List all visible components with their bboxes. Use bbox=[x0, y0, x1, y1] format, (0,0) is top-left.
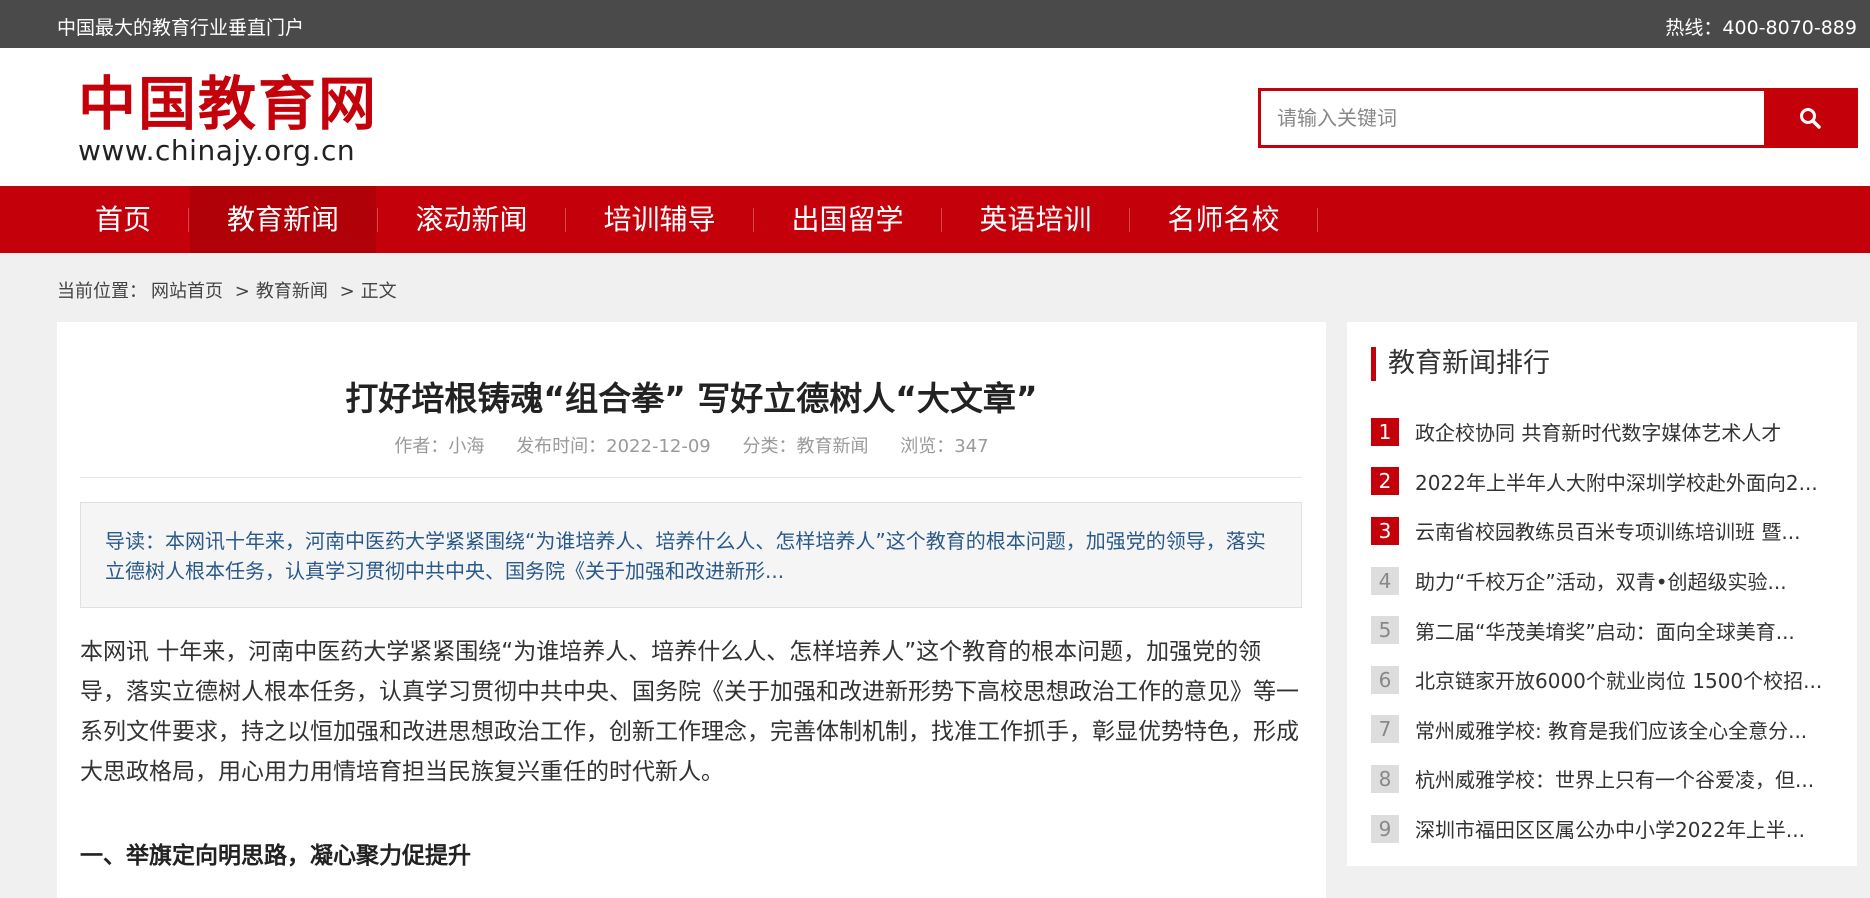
breadcrumb-sep: > bbox=[339, 281, 355, 302]
meta-views: 浏览：347 bbox=[900, 436, 989, 457]
rank-number: 3 bbox=[1371, 516, 1399, 545]
rank-number: 8 bbox=[1371, 764, 1399, 793]
article-title: 打好培根铸魂“组合拳” 写好立德树人“大文章” bbox=[345, 379, 1038, 418]
article-meta: 作者：小海 发布时间：2022-12-09 分类：教育新闻 浏览：347 bbox=[57, 432, 1326, 458]
nav-item-english-training[interactable]: 英语培训 bbox=[942, 186, 1129, 253]
rank-title[interactable]: 第二届“华茂美堉奖”启动：面向全球美育... bbox=[1415, 616, 1835, 645]
list-item[interactable]: 6 北京链家开放6000个就业岗位 1500个校招... bbox=[1371, 655, 1841, 705]
list-item[interactable]: 2 2022年上半年人大附中深圳学校赴外面向2... bbox=[1371, 457, 1841, 507]
search-input[interactable] bbox=[1261, 91, 1767, 145]
site-slogan: 中国最大的教育行业垂直门户 bbox=[57, 17, 305, 39]
meta-author: 作者：小海 bbox=[394, 436, 485, 457]
list-item[interactable]: 3 云南省校园教练员百米专项训练培训班 暨... bbox=[1371, 506, 1841, 556]
article-body: 本网讯 十年来，河南中医药大学紧紧围绕“为谁培养人、培养什么人、怎样培养人”这个… bbox=[80, 639, 1299, 785]
header: 中国教育网 www.chinajy.org.cn bbox=[0, 48, 1870, 186]
article-subhead: 一、举旗定向明思路，凝心聚力促提升 bbox=[80, 843, 471, 869]
rank-number: 1 bbox=[1371, 417, 1399, 446]
logo-url: www.chinajy.org.cn bbox=[78, 134, 356, 167]
top-bar: 中国最大的教育行业垂直门户 热线：400-8070-889 bbox=[0, 0, 1870, 48]
search-button[interactable] bbox=[1764, 91, 1855, 145]
rank-title[interactable]: 2022年上半年人大附中深圳学校赴外面向2... bbox=[1415, 467, 1835, 496]
nav-item-study-abroad[interactable]: 出国留学 bbox=[754, 186, 941, 253]
ranking-list: 1 政企校协同 共育新时代数字媒体艺术人才 2 2022年上半年人大附中深圳学校… bbox=[1371, 407, 1841, 853]
rank-title[interactable]: 助力“千校万企”活动，双青•创超级实验... bbox=[1415, 566, 1835, 595]
rank-number: 2 bbox=[1371, 467, 1399, 496]
rank-title[interactable]: 云南省校园教练员百米专项训练培训班 暨... bbox=[1415, 516, 1835, 545]
breadcrumb-home[interactable]: 网站首页 bbox=[151, 281, 223, 302]
breadcrumb: 当前位置： 网站首页 > 教育新闻 > 正文 bbox=[57, 277, 401, 303]
nav-item-home[interactable]: 首页 bbox=[78, 186, 168, 253]
nav-item-rolling-news[interactable]: 滚动新闻 bbox=[378, 186, 565, 253]
rank-number: 5 bbox=[1371, 616, 1399, 645]
breadcrumb-prefix: 当前位置： bbox=[57, 281, 147, 302]
meta-date: 发布时间：2022-12-09 bbox=[516, 436, 711, 457]
nav-separator bbox=[188, 208, 189, 232]
rank-number: 6 bbox=[1371, 665, 1399, 694]
rank-title[interactable]: 深圳市福田区区属公办中小学2022年上半... bbox=[1415, 814, 1835, 843]
ranking-title: 教育新闻排行 bbox=[1371, 347, 1550, 381]
list-item[interactable]: 5 第二届“华茂美堉奖”启动：面向全球美育... bbox=[1371, 605, 1841, 655]
nav-item-training[interactable]: 培训辅导 bbox=[566, 186, 753, 253]
nav-separator bbox=[1317, 208, 1318, 232]
rank-title[interactable]: 常州威雅学校: 教育是我们应该全心全意分... bbox=[1415, 715, 1835, 744]
article-panel: 打好培根铸魂“组合拳” 写好立德树人“大文章” 作者：小海 发布时间：2022-… bbox=[57, 322, 1326, 898]
breadcrumb-sep: > bbox=[234, 281, 250, 302]
nav-item-famous-teachers[interactable]: 名师名校 bbox=[1130, 186, 1317, 253]
rank-title[interactable]: 杭州威雅学校：世界上只有一个谷爱凌，但... bbox=[1415, 764, 1835, 793]
rank-title[interactable]: 北京链家开放6000个就业岗位 1500个校招... bbox=[1415, 665, 1835, 694]
breadcrumb-current: 正文 bbox=[360, 281, 397, 302]
rank-number: 4 bbox=[1371, 566, 1399, 595]
rank-title[interactable]: 政企校协同 共育新时代数字媒体艺术人才 bbox=[1415, 417, 1835, 446]
nav-item-education-news[interactable]: 教育新闻 bbox=[190, 186, 376, 253]
rank-number: 7 bbox=[1371, 715, 1399, 744]
list-item[interactable]: 1 政企校协同 共育新时代数字媒体艺术人才 bbox=[1371, 407, 1841, 457]
search-box bbox=[1258, 88, 1858, 148]
meta-category: 分类：教育新闻 bbox=[742, 436, 869, 457]
list-item[interactable]: 8 杭州威雅学校：世界上只有一个谷爱凌，但... bbox=[1371, 754, 1841, 804]
divider bbox=[80, 477, 1302, 478]
search-icon bbox=[1799, 108, 1821, 129]
article-intro: 导读：本网讯十年来，河南中医药大学紧紧围绕“为谁培养人、培养什么人、怎样培养人”… bbox=[80, 502, 1302, 608]
list-item[interactable]: 7 常州威雅学校: 教育是我们应该全心全意分... bbox=[1371, 705, 1841, 755]
list-item[interactable]: 4 助力“千校万企”活动，双青•创超级实验... bbox=[1371, 556, 1841, 606]
ranking-sidebar: 教育新闻排行 1 政企校协同 共育新时代数字媒体艺术人才 2 2022年上半年人… bbox=[1347, 322, 1857, 866]
main-nav: 首页 教育新闻 滚动新闻 培训辅导 出国留学 英语培训 名师名校 bbox=[0, 186, 1870, 253]
list-item[interactable]: 9 深圳市福田区区属公办中小学2022年上半... bbox=[1371, 804, 1841, 854]
rank-number: 9 bbox=[1371, 814, 1399, 843]
logo-name: 中国教育网 bbox=[78, 70, 379, 138]
hotline: 热线：400-8070-889 bbox=[1665, 17, 1857, 39]
site-logo[interactable]: 中国教育网 www.chinajy.org.cn bbox=[78, 70, 379, 167]
breadcrumb-category[interactable]: 教育新闻 bbox=[256, 281, 328, 302]
